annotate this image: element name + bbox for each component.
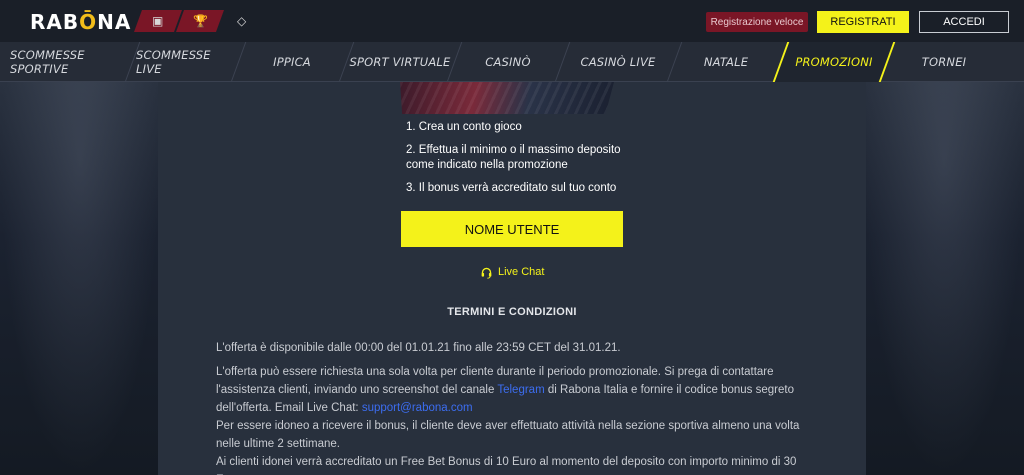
terms-paragraph-3: Per essere idoneo a ricevere il bonus, i… bbox=[216, 420, 800, 450]
support-email-link[interactable]: support@rabona.com bbox=[362, 402, 473, 414]
sportsbook-tab[interactable]: ▣ bbox=[133, 10, 183, 32]
terms-paragraph-1: L'offerta è disponibile dalle 00:00 del … bbox=[216, 342, 621, 354]
nav-item-promozioni[interactable]: PROMOZIONI bbox=[780, 42, 888, 82]
background-left bbox=[0, 80, 160, 475]
trophy-icon: 🏆 bbox=[192, 14, 208, 28]
nav-item-scommesse-sportive[interactable]: SCOMMESSE SPORTIVE bbox=[10, 42, 134, 82]
nav-item-sport-virtuale[interactable]: SPORT VIRTUALE bbox=[348, 42, 452, 82]
telegram-link[interactable]: Telegram bbox=[497, 384, 544, 396]
diamond-icon: ◇ bbox=[237, 14, 247, 28]
promo-steps: 1. Crea un conto gioco 2. Effettua il mi… bbox=[406, 120, 621, 204]
terms-body: L'offerta è disponibile dalle 00:00 del … bbox=[216, 339, 816, 475]
step-2-line-2: come indicato nella promozione bbox=[406, 159, 568, 171]
headset-icon bbox=[481, 267, 492, 279]
nav-item-tornei[interactable]: TORNEI bbox=[890, 42, 998, 82]
rabona-logo[interactable]: RABŌNA bbox=[30, 10, 131, 34]
terms-title: TERMINI E CONDIZIONI bbox=[447, 306, 577, 318]
icon-bar: ▣ 🏆 ◇ bbox=[133, 10, 266, 32]
terms-paragraph-4: Ai clienti idonei verrà accreditato un F… bbox=[216, 456, 797, 475]
trophy-tab[interactable]: 🏆 bbox=[175, 10, 225, 32]
nav-item-casino-live[interactable]: CASINÒ LIVE bbox=[564, 42, 672, 82]
registrati-button[interactable]: REGISTRATI bbox=[817, 11, 909, 33]
top-header: RABŌNA ▣ 🏆 ◇ Registrazione veloce REGIST… bbox=[0, 0, 1024, 42]
accedi-button[interactable]: ACCEDI bbox=[919, 11, 1009, 33]
live-chat-link[interactable]: Live Chat bbox=[480, 264, 544, 280]
live-chat-label: Live Chat bbox=[498, 266, 545, 278]
nav-item-ippica[interactable]: IPPICA bbox=[240, 42, 344, 82]
main-nav: SCOMMESSE SPORTIVE SCOMMESSE LIVE IPPICA… bbox=[0, 42, 1024, 82]
diamond-tab[interactable]: ◇ bbox=[218, 10, 266, 32]
book-icon: ▣ bbox=[152, 14, 164, 28]
step-3: 3. Il bonus verrà accreditato sul tuo co… bbox=[406, 182, 617, 194]
step-2-line-1: 2. Effettua il minimo o il massimo depos… bbox=[406, 144, 621, 156]
registrazione-veloce-button[interactable]: Registrazione veloce bbox=[706, 12, 808, 32]
nav-item-natale[interactable]: NATALE bbox=[676, 42, 776, 82]
nav-item-scommesse-live[interactable]: SCOMMESSE LIVE bbox=[136, 42, 232, 82]
background-right bbox=[864, 80, 1024, 475]
nav-item-casino[interactable]: CASINÒ bbox=[456, 42, 560, 82]
step-1: 1. Crea un conto gioco bbox=[406, 121, 522, 133]
nome-utente-button[interactable]: NOME UTENTE bbox=[401, 211, 623, 247]
terms-paragraph-2: L'offerta può essere richiesta una sola … bbox=[216, 363, 816, 417]
promo-banner-image bbox=[400, 82, 614, 114]
